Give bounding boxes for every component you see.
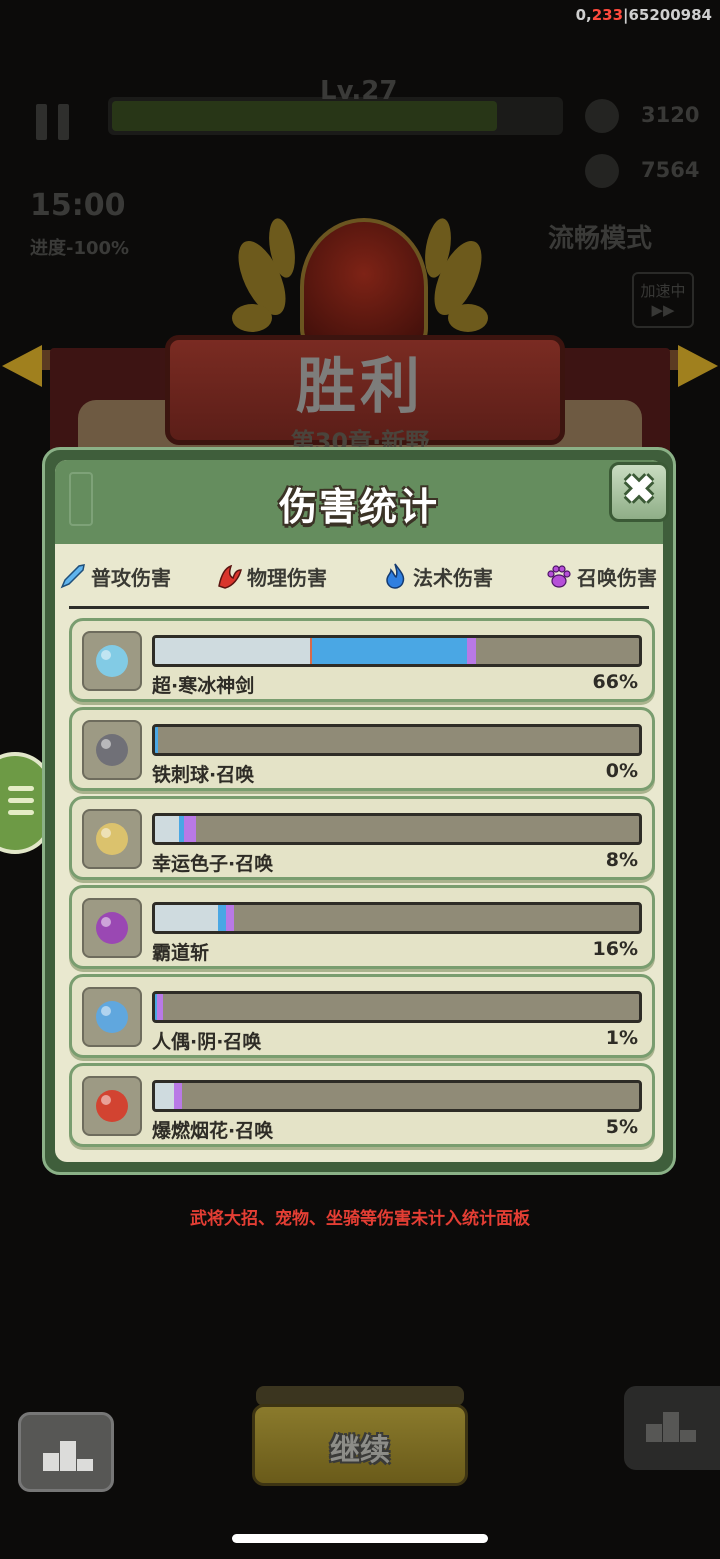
- damage-percent: 1%: [605, 1027, 638, 1049]
- currency-stat: 3120: [585, 97, 705, 137]
- bar-segment-blue: [217, 905, 226, 931]
- damage-percent: 0%: [605, 760, 638, 782]
- ranking-button[interactable]: [18, 1412, 114, 1492]
- podium-icon: [43, 1437, 93, 1471]
- legend-label: 普攻伤害: [91, 565, 171, 590]
- bar-segment-white: [155, 1083, 175, 1109]
- bar-segment-white: [155, 905, 218, 931]
- damage-percent: 66%: [592, 671, 638, 693]
- legend-summon: 召唤伤害: [545, 556, 657, 596]
- claw-icon: [218, 564, 242, 589]
- coin-icon: [585, 99, 619, 133]
- panel-title: 伤害统计: [278, 485, 439, 529]
- skill-name: 超·寒冰神剑: [152, 675, 255, 697]
- skill-name: 铁刺球·召唤: [152, 764, 255, 786]
- level-label: Lv.27: [320, 76, 398, 106]
- damage-percent: 5%: [605, 1116, 638, 1138]
- doll-icon: [82, 987, 142, 1047]
- damage-percent: 16%: [592, 938, 638, 960]
- bar-segment-violet: [156, 994, 163, 1020]
- close-icon: ✖: [622, 467, 656, 513]
- counter-left: 0,: [575, 6, 592, 24]
- skill-name: 爆燃烟花·召唤: [152, 1120, 274, 1142]
- damage-row: 爆燃烟花·召唤 5%: [69, 1063, 655, 1147]
- victory-title: 胜利: [296, 352, 424, 422]
- sword-icon: [60, 564, 85, 589]
- damage-bar: [152, 902, 642, 934]
- damage-stats-panel: 伤害统计 ✖ 普攻伤害 物理伤害 法术伤害 召唤伤害 超·寒冰神剑 66% 铁刺…: [42, 447, 676, 1175]
- bar-segment-violet: [225, 905, 235, 931]
- bar-segment-violet: [174, 1083, 183, 1109]
- speed-up-button[interactable]: 加速中 ▶▶: [632, 272, 694, 328]
- smooth-mode-toggle[interactable]: 流畅模式: [548, 218, 652, 255]
- speed-label: 加速中: [640, 282, 686, 300]
- counter-right: |65200984: [623, 6, 712, 24]
- bar-segment-blue: [155, 727, 158, 753]
- home-indicator[interactable]: [232, 1534, 488, 1543]
- paw-icon: [547, 565, 571, 588]
- legend-physical: 物理伤害: [215, 556, 327, 596]
- continue-button[interactable]: 继续: [252, 1404, 468, 1486]
- progress-text: 进度-100%: [30, 238, 130, 259]
- counter-red: 233: [591, 6, 624, 24]
- bar-segment-white: [155, 816, 180, 842]
- legend-divider: [69, 606, 649, 609]
- debug-counter: 0,233|65200984: [576, 6, 712, 24]
- flame-icon: [386, 563, 405, 589]
- fast-forward-icon: ▶▶: [651, 301, 675, 319]
- damage-row: 超·寒冰神剑 66%: [69, 618, 655, 702]
- firework-icon: [82, 1076, 142, 1136]
- damage-bar: [152, 991, 642, 1023]
- continue-button-shadow: [256, 1386, 464, 1406]
- bar-segment-blue: [311, 638, 467, 664]
- panel-header: 伤害统计 ✖: [55, 460, 669, 544]
- continue-label: 继续: [330, 1433, 390, 1468]
- skill-name: 霸道斩: [152, 942, 210, 964]
- slash-icon: [82, 898, 142, 958]
- kill-value: 7564: [641, 158, 700, 182]
- timer: 15:00: [30, 188, 126, 223]
- damage-bar: [152, 1080, 642, 1112]
- legend-label: 召唤伤害: [577, 565, 657, 590]
- ice-sword-icon: [82, 631, 142, 691]
- damage-row: 幸运色子·召唤 8%: [69, 796, 655, 880]
- damage-bar: [152, 635, 642, 667]
- bar-segment-white: [155, 638, 310, 664]
- damage-percent: 8%: [605, 849, 638, 871]
- legend-normal-attack: 普攻伤害: [59, 556, 171, 596]
- panel-body: 伤害统计 ✖ 普攻伤害 物理伤害 法术伤害 召唤伤害 超·寒冰神剑 66% 铁刺…: [55, 460, 669, 1162]
- currency-value: 3120: [641, 103, 700, 127]
- stats-disclaimer: 武将大招、宠物、坐骑等伤害未计入统计面板: [190, 1209, 530, 1229]
- skull-icon: [585, 154, 619, 188]
- damage-row: 铁刺球·召唤 0%: [69, 707, 655, 791]
- pause-button[interactable]: [34, 104, 72, 140]
- ranking-button-secondary[interactable]: [624, 1386, 720, 1470]
- damage-row: 霸道斩 16%: [69, 885, 655, 969]
- legend-label: 物理伤害: [247, 565, 327, 590]
- legend-label: 法术伤害: [413, 565, 493, 590]
- damage-bar: [152, 813, 642, 845]
- skill-name: 人偶·阴·召唤: [152, 1031, 262, 1053]
- legend-magic: 法术伤害: [381, 556, 493, 596]
- damage-type-legend: 普攻伤害 物理伤害 法术伤害 召唤伤害: [55, 556, 663, 596]
- damage-bar: [152, 724, 642, 756]
- dice-icon: [82, 809, 142, 869]
- podium-icon: [646, 1408, 696, 1442]
- damage-row: 人偶·阴·召唤 1%: [69, 974, 655, 1058]
- skill-name: 幸运色子·召唤: [152, 853, 274, 875]
- kill-stat: 7564: [585, 152, 705, 192]
- close-button[interactable]: ✖: [609, 462, 669, 522]
- bar-segment-violet: [466, 638, 477, 664]
- bar-segment-violet: [184, 816, 197, 842]
- spike-ball-icon: [82, 720, 142, 780]
